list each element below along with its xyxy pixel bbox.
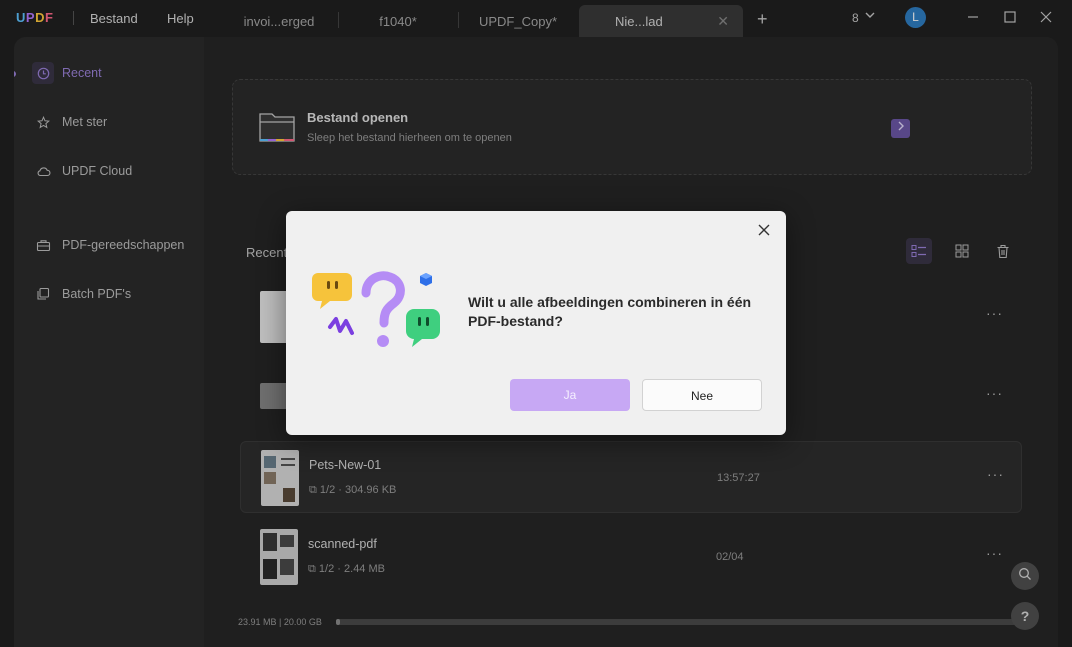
- dialog-message: Wilt u alle afbeeldingen combineren in é…: [468, 294, 752, 329]
- no-button[interactable]: Nee: [642, 379, 762, 411]
- close-icon[interactable]: [754, 221, 774, 241]
- yes-button[interactable]: Ja: [510, 379, 630, 411]
- combine-images-dialog: Wilt u alle afbeeldingen combineren in é…: [286, 211, 786, 435]
- question-illustration: [310, 267, 444, 357]
